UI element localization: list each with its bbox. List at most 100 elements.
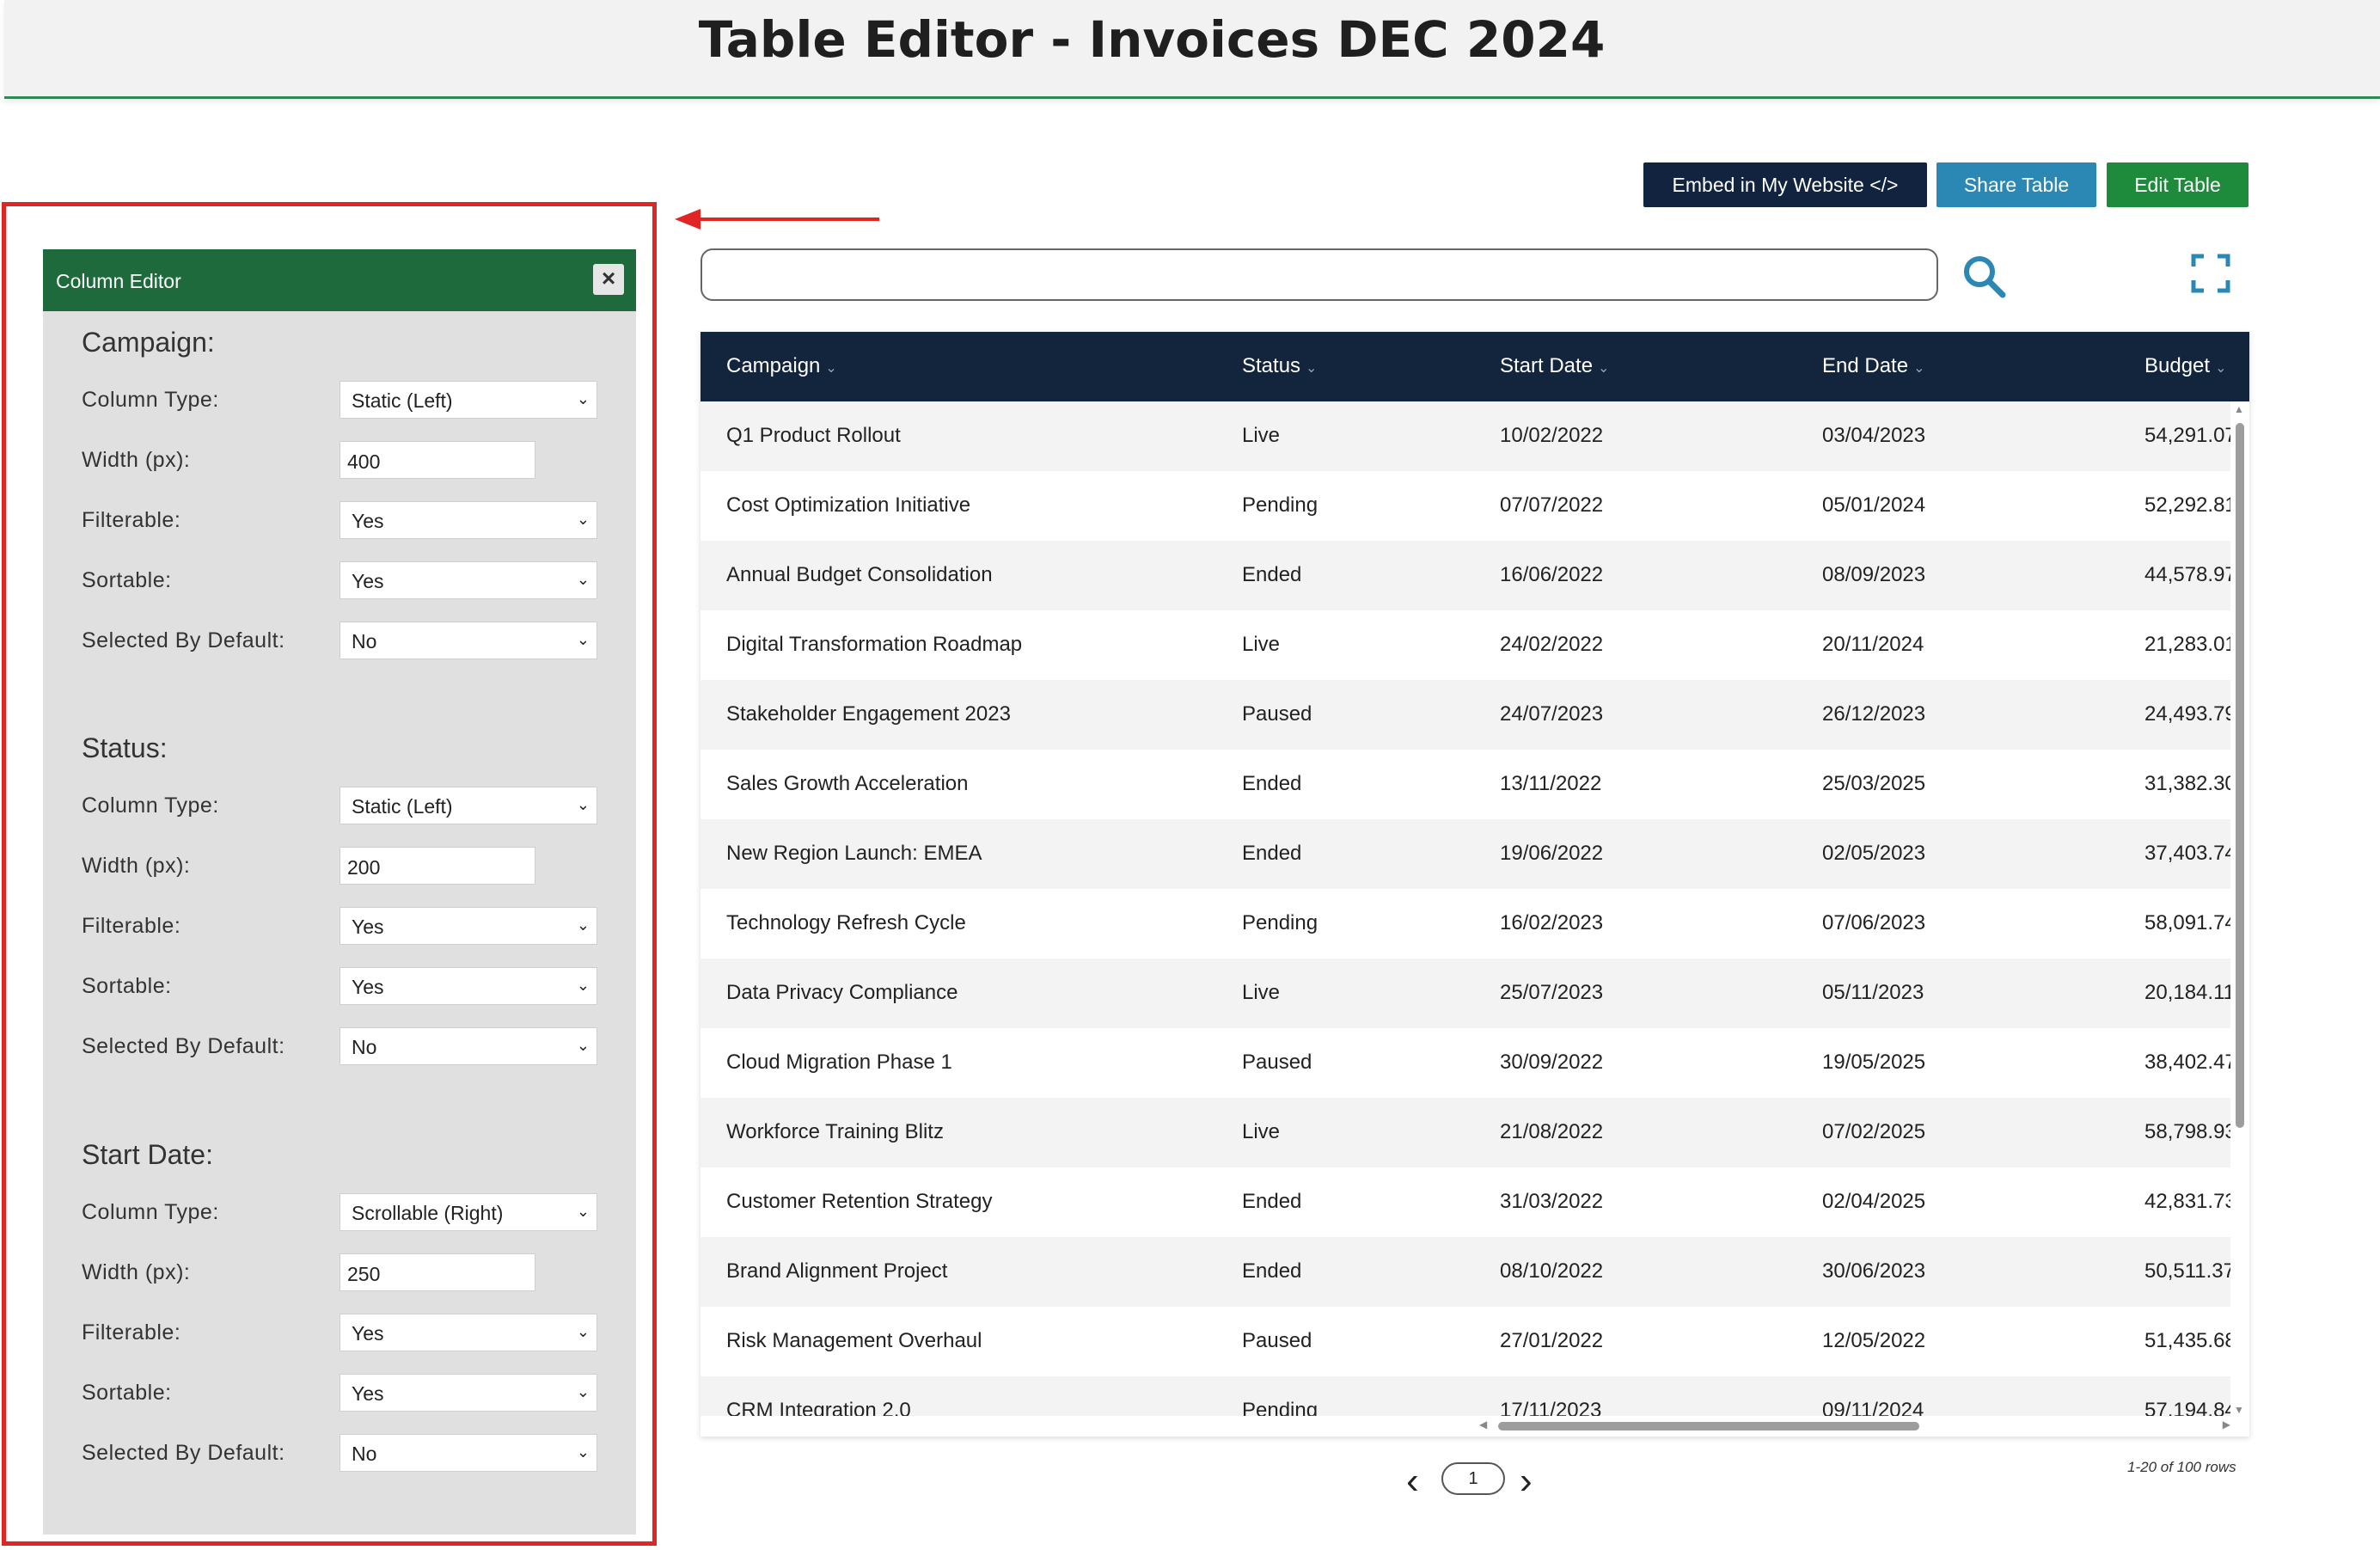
column-editor-panel: Column Editor × Campaign: Column Type: S… [43,249,636,1535]
table-row[interactable]: Q1 Product Rollout Live 10/02/2022 03/04/20… [701,401,2230,471]
cell-status: Pending [1242,911,1318,934]
page-number[interactable]: 1 [1441,1462,1505,1495]
header-label: End Date [1822,354,1909,377]
cell-budget: 37,403.74 [2144,842,2230,865]
edit-table-button[interactable]: Edit Table [2107,162,2248,207]
cell-campaign: Cost Optimization Initiative [726,493,971,517]
next-page-button[interactable]: › [1520,1460,1533,1503]
width-input[interactable]: 200 [340,847,535,885]
column-type-row: Column Type: Static (Left) ⌄ [43,381,636,420]
cell-start-date: 24/07/2023 [1500,702,1604,726]
cell-campaign: Risk Management Overhaul [726,1329,982,1352]
scroll-right-icon[interactable]: ▶ [2223,1418,2230,1431]
vertical-scrollbar[interactable]: ▲ ▼ [2230,401,2249,1416]
table-row[interactable]: Sales Growth Acceleration Ended 13/11/2022… [701,750,2230,819]
cell-status: Ended [1242,563,1302,586]
cell-campaign: Stakeholder Engagement 2023 [726,702,1011,726]
prev-page-button[interactable]: ‹ [1406,1460,1419,1503]
cell-start-date: 16/06/2022 [1500,563,1604,586]
column-type-select[interactable]: Scrollable (Right) ⌄ [340,1193,597,1231]
cell-start-date: 19/06/2022 [1500,842,1604,865]
section-title: Campaign: [82,327,215,358]
table-row[interactable]: Data Privacy Compliance Live 25/07/2023 05/… [701,959,2230,1028]
close-icon[interactable]: × [593,264,624,295]
table-row[interactable]: Risk Management Overhaul Paused 27/01/2022… [701,1307,2230,1376]
header-start-date[interactable]: Start Date ⌄ [1500,354,1609,378]
select-value: No [352,630,377,652]
cell-status: Paused [1242,702,1312,726]
cell-status: Live [1242,1120,1281,1143]
selected-default-row: Selected By Default: No ⌄ [43,622,636,661]
sortable-select[interactable]: Yes ⌄ [340,1374,597,1412]
header-campaign[interactable]: Campaign ⌄ [726,354,837,378]
cell-budget: 38,402.47 [2144,1051,2230,1074]
selected-default-select[interactable]: No ⌄ [340,622,597,659]
column-editor-title: Column Editor [56,270,181,292]
cell-budget: 44,578.97 [2144,563,2230,586]
selected-default-label: Selected By Default: [82,628,285,652]
header-end-date[interactable]: End Date ⌄ [1822,354,1924,378]
column-editor-header: Column Editor × [43,249,636,311]
select-value: Scrollable (Right) [352,1202,504,1224]
sortable-label: Sortable: [82,568,172,592]
horizontal-scrollbar[interactable]: ◀ ▶ [701,1416,2249,1437]
cell-start-date: 07/07/2022 [1500,493,1604,517]
scrollbar-thumb[interactable] [2236,423,2244,1128]
sortable-select[interactable]: Yes ⌄ [340,967,597,1005]
filterable-label: Filterable: [82,508,181,532]
cell-start-date: 16/02/2023 [1500,911,1604,934]
fullscreen-icon[interactable] [2191,254,2230,293]
cell-end-date: 08/09/2023 [1822,563,1926,586]
cell-status: Ended [1242,1259,1302,1283]
cell-status: Ended [1242,772,1302,795]
width-row: Width (px): 250 [43,1253,636,1293]
filterable-row: Filterable: Yes ⌄ [43,501,636,541]
table-row[interactable]: Brand Alignment Project Ended 08/10/2022 30… [701,1237,2230,1307]
selected-default-select[interactable]: No ⌄ [340,1434,597,1472]
width-input[interactable]: 400 [340,441,535,479]
scroll-left-icon[interactable]: ◀ [1479,1418,1487,1431]
selected-default-select[interactable]: No ⌄ [340,1027,597,1065]
table-row[interactable]: Customer Retention Strategy Ended 31/03/20… [701,1167,2230,1237]
embed-button[interactable]: Embed in My Website </> [1643,162,1927,207]
select-value: Yes [352,1322,384,1345]
sortable-select[interactable]: Yes ⌄ [340,561,597,599]
cell-budget: 58,091.74 [2144,911,2230,934]
filterable-select[interactable]: Yes ⌄ [340,501,597,539]
cell-end-date: 07/06/2023 [1822,911,1926,934]
width-input[interactable]: 250 [340,1253,535,1291]
column-type-select[interactable]: Static (Left) ⌄ [340,381,597,419]
input-value: 200 [347,856,381,879]
share-table-button[interactable]: Share Table [1936,162,2096,207]
chevron-down-icon: ⌄ [1598,361,1610,376]
chevron-down-icon: ⌄ [825,361,837,376]
scroll-down-icon[interactable]: ▼ [2234,1404,2244,1416]
column-type-row: Column Type: Static (Left) ⌄ [43,787,636,826]
scrollbar-thumb[interactable] [1498,1422,1919,1431]
table-row[interactable]: Cloud Migration Phase 1 Paused 30/09/2022 1… [701,1028,2230,1098]
header-status[interactable]: Status ⌄ [1242,354,1317,378]
column-type-select[interactable]: Static (Left) ⌄ [340,787,597,824]
cell-end-date: 02/05/2023 [1822,842,1926,865]
table-row[interactable]: Digital Transformation Roadmap Live 24/02/… [701,610,2230,680]
scroll-up-icon[interactable]: ▲ [2234,403,2244,415]
table-row[interactable]: New Region Launch: EMEA Ended 19/06/2022 02… [701,819,2230,889]
table-row[interactable]: Technology Refresh Cycle Pending 16/02/202… [701,889,2230,959]
chevron-down-icon: ⌄ [576,1203,590,1220]
search-icon[interactable] [1960,252,2008,300]
search-input[interactable] [701,248,1938,301]
table-row[interactable]: Workforce Training Blitz Live 21/08/2022 07… [701,1098,2230,1167]
filterable-row: Filterable: Yes ⌄ [43,907,636,947]
sortable-label: Sortable: [82,1381,172,1405]
data-table: Campaign ⌄ Status ⌄ Start Date ⌄ End Date ⌄ … [701,332,2249,1437]
column-type-label: Column Type: [82,388,219,412]
header-budget[interactable]: Budget ⌄ [2144,354,2226,378]
filterable-select[interactable]: Yes ⌄ [340,907,597,945]
sortable-label: Sortable: [82,974,172,998]
cell-budget: 21,283.01 [2144,633,2230,656]
filterable-select[interactable]: Yes ⌄ [340,1314,597,1351]
table-row[interactable]: Cost Optimization Initiative Pending 07/07… [701,471,2230,541]
select-value: Yes [352,1382,384,1405]
table-row[interactable]: Stakeholder Engagement 2023 Paused 24/07/2… [701,680,2230,750]
table-row[interactable]: Annual Budget Consolidation Ended 16/06/20… [701,541,2230,610]
